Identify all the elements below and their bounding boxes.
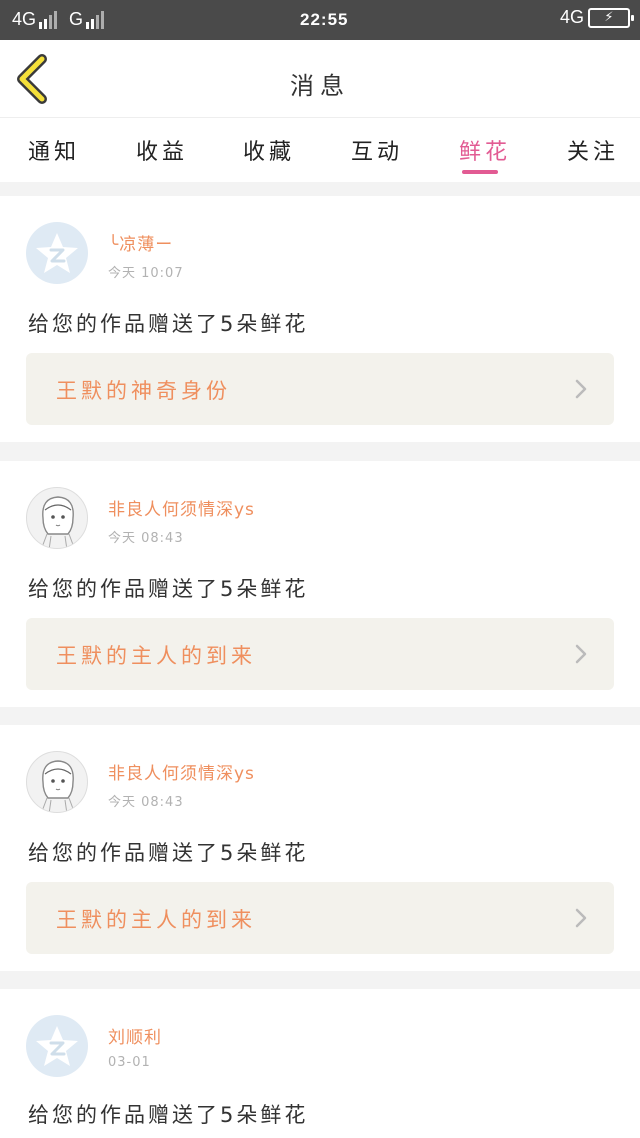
active-tab-indicator [462,170,498,174]
tab-interactions[interactable]: 互动 [351,134,403,166]
username[interactable]: 非良人何须情深ys [108,495,255,520]
timestamp: 今天 10:07 [108,266,184,281]
status-bar: 4G G 22:55 4G ⚡ [0,0,640,40]
work-link[interactable]: 王默的神奇身份 [26,353,614,425]
username[interactable]: ╰凉薄ー [108,230,173,255]
tab-earnings[interactable]: 收益 [136,134,188,166]
clock: 22:55 [300,10,349,29]
username[interactable]: 刘顺利 [108,1023,162,1048]
work-title: 王默的神奇身份 [56,379,231,403]
page-title: 消息 [290,72,350,100]
chevron-right-icon [575,908,587,928]
timestamp: 今天 08:43 [108,795,184,810]
qq-default-avatar-icon [36,233,78,273]
network-type-1: 4G [12,9,37,29]
signal-icon [39,10,59,29]
timestamp: 今天 08:43 [108,531,184,546]
battery-charging-icon: ⚡ [588,7,634,28]
avatar[interactable] [26,222,88,284]
signal-icon [86,10,106,29]
chevron-right-icon [575,644,587,664]
tab-bar: 通知 收益 收藏 互动 鲜花 关注 [0,118,640,182]
app-header: 消息 [0,40,640,118]
message-text: 给您的作品赠送了5朵鲜花 [28,1103,309,1127]
timestamp: 03-01 [108,1055,151,1070]
avatar[interactable] [26,1015,88,1077]
work-title: 王默的主人的到来 [56,644,256,668]
username[interactable]: 非良人何须情深ys [108,759,255,784]
message-text: 给您的作品赠送了5朵鲜花 [28,577,309,601]
tab-notifications[interactable]: 通知 [28,134,80,166]
message-card: ╰凉薄ー 今天 10:07 给您的作品赠送了5朵鲜花 王默的神奇身份 [0,196,640,442]
network-type-2: G [69,9,84,29]
network-type-right: 4G [559,7,584,27]
tab-favorites[interactable]: 收藏 [243,134,295,166]
message-card: 非良人何须情深ys 今天 08:43 给您的作品赠送了5朵鲜花 王默的主人的到来 [0,725,640,971]
tab-flowers[interactable]: 鲜花 [459,134,511,166]
anime-avatar-icon [41,760,75,812]
message-text: 给您的作品赠送了5朵鲜花 [28,841,309,865]
work-title: 王默的主人的到来 [56,908,256,932]
work-link[interactable]: 王默的主人的到来 [26,618,614,690]
avatar[interactable] [26,487,88,549]
avatar[interactable] [26,751,88,813]
message-card: 非良人何须情深ys 今天 08:43 给您的作品赠送了5朵鲜花 王默的主人的到来 [0,461,640,707]
chevron-right-icon [575,379,587,399]
message-card: 刘顺利 03-01 给您的作品赠送了5朵鲜花 [0,989,640,1138]
anime-avatar-icon [41,496,75,548]
work-link[interactable]: 王默的主人的到来 [26,882,614,954]
message-text: 给您的作品赠送了5朵鲜花 [28,312,309,336]
qq-default-avatar-icon [36,1026,78,1066]
tab-following[interactable]: 关注 [567,134,619,166]
